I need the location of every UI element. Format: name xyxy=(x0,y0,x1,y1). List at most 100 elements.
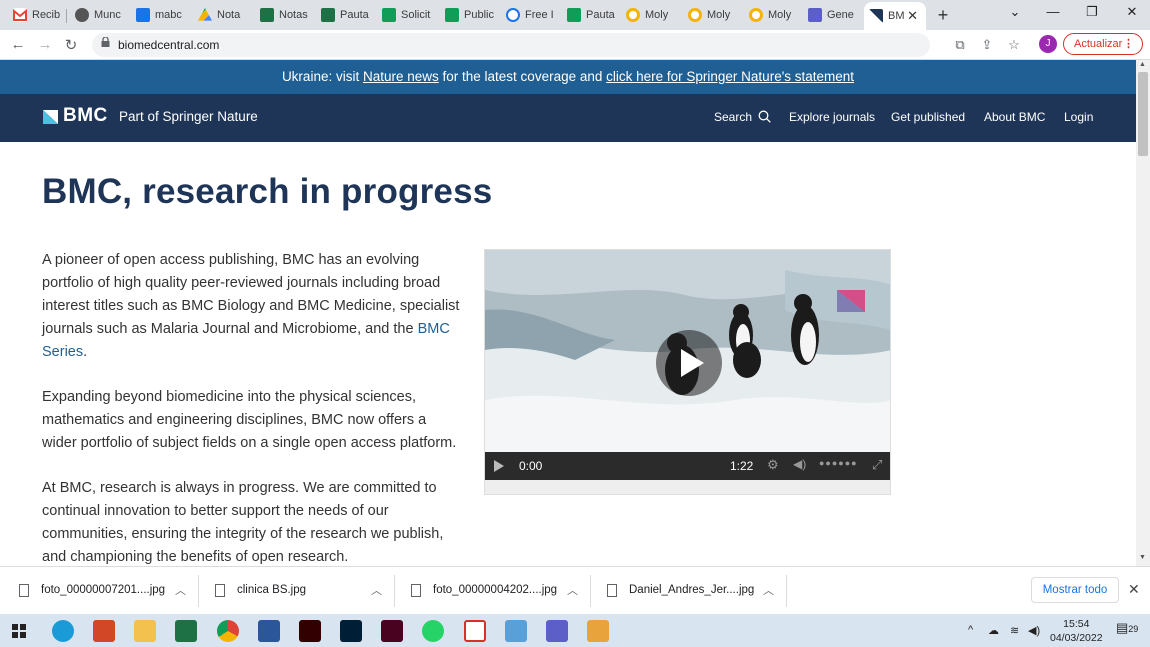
tab-solicit[interactable]: Solicit xyxy=(374,2,436,28)
settings-gear-icon[interactable]: ⚙ xyxy=(767,457,779,473)
powerpoint-icon[interactable] xyxy=(93,620,115,642)
video-progress-bar[interactable] xyxy=(485,480,890,494)
tab-public[interactable]: Public xyxy=(437,2,499,28)
tab-free[interactable]: Free I xyxy=(500,2,560,28)
tray-chevron-icon[interactable]: ^ xyxy=(968,624,973,636)
notification-count: 29 xyxy=(1128,624,1139,634)
volume-icon[interactable]: ◀) xyxy=(793,457,806,471)
play-small-icon[interactable] xyxy=(493,460,505,472)
bookmark-star-icon[interactable]: ☆ xyxy=(1006,37,1022,53)
whatsapp-icon[interactable] xyxy=(422,620,444,642)
minimize-button[interactable]: — xyxy=(1043,4,1063,19)
duration: 1:22 xyxy=(730,459,754,473)
close-downloads-icon[interactable]: ✕ xyxy=(1128,581,1140,598)
tab-munc[interactable]: Munc xyxy=(67,2,127,28)
close-tab-icon[interactable]: ✕ xyxy=(907,8,918,24)
download-item[interactable]: Daniel_Andres_Jer....jpg ︿ xyxy=(588,567,786,615)
molymod-icon xyxy=(626,8,640,22)
scroll-down-icon[interactable]: ▼ xyxy=(1139,554,1146,561)
word-icon[interactable] xyxy=(258,620,280,642)
excel-icon[interactable] xyxy=(175,620,197,642)
bmc-logo-icon[interactable] xyxy=(43,110,58,124)
chrome-icon[interactable] xyxy=(217,620,239,642)
bmc-logo[interactable]: BMC xyxy=(63,105,108,127)
app-icon[interactable] xyxy=(505,620,527,642)
tab-moly-1[interactable]: Moly xyxy=(622,2,682,28)
menu-dots-icon: ⋮ xyxy=(1123,38,1134,50)
tab-gene[interactable]: Gene xyxy=(806,2,864,28)
tab-moly-3[interactable]: Moly xyxy=(745,2,805,28)
chevron-up-icon[interactable]: ︿ xyxy=(175,582,186,598)
scroll-up-icon[interactable]: ▲ xyxy=(1139,61,1146,68)
expansion-paragraph: Expanding beyond biomedicine into the ph… xyxy=(42,389,457,451)
scroll-thumb[interactable] xyxy=(1138,72,1148,156)
show-all-downloads-button[interactable]: Mostrar todo xyxy=(1031,577,1119,603)
windows-start-icon[interactable] xyxy=(12,624,26,638)
share-icon[interactable]: ⇪ xyxy=(979,37,995,53)
nav-explore-journals[interactable]: Explore journals xyxy=(789,110,875,124)
teams-icon[interactable] xyxy=(546,620,568,642)
nav-search[interactable]: Search xyxy=(714,110,772,124)
forward-icon[interactable]: → xyxy=(36,36,54,53)
edge-icon[interactable] xyxy=(52,620,74,642)
restore-button[interactable]: ❐ xyxy=(1082,4,1102,20)
chevron-up-icon[interactable]: ︿ xyxy=(567,582,578,598)
new-tab-button[interactable]: + xyxy=(933,5,953,26)
acrobat-icon[interactable] xyxy=(464,620,486,642)
clock-date: 04/03/2022 xyxy=(1050,632,1103,644)
tab-moly-2[interactable]: Moly xyxy=(684,2,744,28)
reload-icon[interactable]: ↻ xyxy=(62,36,80,54)
molymod-icon xyxy=(749,8,763,22)
excel-icon xyxy=(321,8,335,22)
file-explorer-icon[interactable] xyxy=(134,620,156,642)
fullscreen-icon[interactable]: ⤢ xyxy=(872,457,882,473)
sheets-icon xyxy=(382,8,396,22)
tab-label: Solicit xyxy=(401,9,431,21)
springer-statement-link[interactable]: click here for Springer Nature's stateme… xyxy=(606,69,854,84)
back-icon[interactable]: ← xyxy=(9,36,27,53)
gear-icon xyxy=(506,8,520,22)
onedrive-icon[interactable]: ☁ xyxy=(988,624,999,637)
tab-nota[interactable]: Nota xyxy=(190,2,250,28)
wifi-icon[interactable]: ≋ xyxy=(1010,624,1019,637)
download-item[interactable]: foto_00000007201....jpg ︿ xyxy=(0,567,198,615)
close-window-button[interactable]: ✕ xyxy=(1122,4,1142,20)
speaker-icon[interactable]: ◀) xyxy=(1028,624,1040,637)
chevron-up-icon[interactable]: ︿ xyxy=(763,582,774,598)
tab-recib[interactable]: Recib xyxy=(0,2,62,28)
nav-login[interactable]: Login xyxy=(1064,110,1093,124)
tab-label: Nota xyxy=(217,9,241,21)
system-clock[interactable]: 15:54 04/03/2022 xyxy=(1050,617,1103,645)
tab-search-icon[interactable]: ⌄ xyxy=(1005,4,1025,20)
nature-news-link[interactable]: Nature news xyxy=(363,69,439,84)
volume-slider[interactable]: ●●●●●● xyxy=(819,458,858,468)
download-item[interactable]: foto_00000004202....jpg ︿ xyxy=(392,567,590,615)
paint-icon[interactable] xyxy=(587,620,609,642)
tab-pauta[interactable]: Pauta xyxy=(313,2,373,28)
translate-icon[interactable]: ⧉ xyxy=(952,37,968,53)
video-controls: 0:00 1:22 ⚙ ◀) ●●●●●● ⤢ xyxy=(485,452,890,480)
tab-pauta-2[interactable]: Pauta xyxy=(561,2,621,28)
excel-icon xyxy=(260,8,274,22)
notifications-icon[interactable]: ▤29 xyxy=(1116,620,1138,636)
lock-icon xyxy=(101,37,110,47)
indesign-icon[interactable] xyxy=(381,620,403,642)
illustrator-icon[interactable] xyxy=(299,620,321,642)
download-item[interactable]: clinica BS.jpg ︿ xyxy=(196,567,394,615)
video-player[interactable]: 0:00 1:22 ⚙ ◀) ●●●●●● ⤢ xyxy=(484,249,891,495)
play-overlay-button[interactable] xyxy=(656,330,722,396)
tab-mabc[interactable]: mabc xyxy=(128,2,188,28)
tab-bmc-active[interactable]: BM ✕ xyxy=(864,2,926,30)
url-text[interactable]: biomedcentral.com xyxy=(118,38,219,52)
page-scrollbar[interactable]: ▲ ▼ xyxy=(1136,60,1150,566)
nav-about-bmc[interactable]: About BMC xyxy=(984,110,1045,124)
update-button[interactable]: Actualizar ⋮ xyxy=(1063,33,1143,55)
photoshop-icon[interactable] xyxy=(340,620,362,642)
profile-avatar[interactable]: J xyxy=(1039,35,1057,53)
tab-notas[interactable]: Notas xyxy=(252,2,312,28)
banner-prefix: Ukraine: visit xyxy=(281,69,363,84)
chevron-up-icon[interactable]: ︿ xyxy=(371,582,382,598)
tab-label: Notas xyxy=(279,9,308,21)
image-file-icon xyxy=(607,584,617,597)
nav-get-published[interactable]: Get published xyxy=(891,110,965,124)
